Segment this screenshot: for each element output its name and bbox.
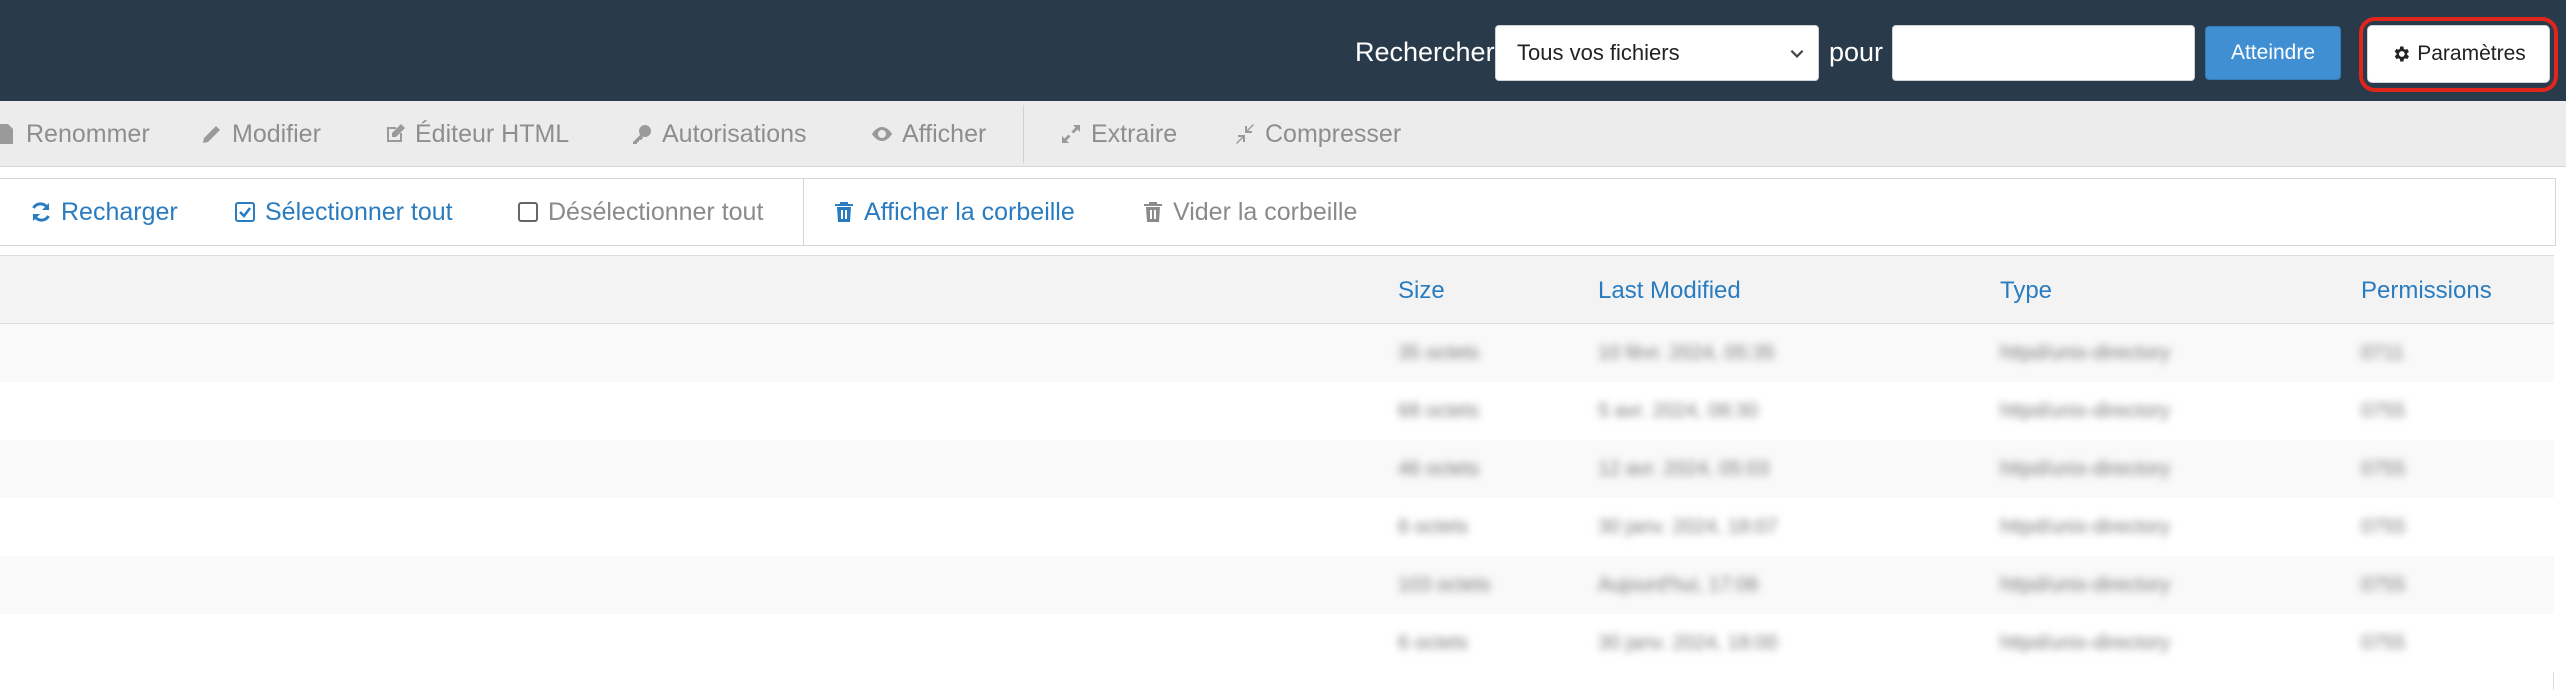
edit-label: Modifier <box>232 119 321 148</box>
edit-square-icon <box>387 124 405 142</box>
pencil-icon <box>203 126 220 143</box>
key-icon <box>633 125 651 144</box>
top-header: Rechercher Tous vos fichiers pour Attein… <box>0 0 2566 101</box>
cell-type: httpd/unix-directory <box>2000 516 2171 538</box>
cell-permissions: 0755 <box>2361 400 2406 422</box>
cell-last-modified: 10 févr. 2024, 05:35 <box>1598 342 1775 364</box>
search-scope-value: Tous vos fichiers <box>1517 40 1680 65</box>
chevron-down-icon <box>1790 49 1804 58</box>
gear-icon <box>2394 46 2410 62</box>
cell-size: 46 octets <box>1398 458 1480 480</box>
extract-button[interactable]: Extraire <box>1059 101 1177 167</box>
refresh-icon <box>32 202 50 222</box>
rename-button[interactable]: Renommer <box>0 101 150 167</box>
toolbar-divider <box>1023 105 1024 163</box>
html-editor-label: Éditeur HTML <box>415 119 570 148</box>
table-row[interactable]: 6 octets 30 janv. 2024, 18:00 httpd/unix… <box>0 614 2554 672</box>
file-icon <box>0 124 13 144</box>
select-all-button[interactable]: Sélectionner tout <box>233 179 453 245</box>
show-trash-button[interactable]: Afficher la corbeille <box>832 179 1075 245</box>
cell-last-modified: 30 janv. 2024, 18:07 <box>1598 516 1778 538</box>
cell-type: httpd/unix-directory <box>2000 632 2171 654</box>
deselect-all-label: Désélectionner tout <box>548 197 764 226</box>
search-input[interactable] <box>1892 25 2195 81</box>
column-header-size[interactable]: Size <box>1398 256 1445 325</box>
cell-permissions: 0755 <box>2361 632 2406 654</box>
selection-toolbar: Recharger Sélectionner tout Désélectionn… <box>0 178 2556 246</box>
reload-button[interactable]: Recharger <box>29 179 178 245</box>
rename-label: Renommer <box>26 119 150 148</box>
deselect-all-button[interactable]: Désélectionner tout <box>516 179 763 245</box>
cell-permissions: 0755 <box>2361 516 2406 538</box>
cell-type: httpd/unix-directory <box>2000 400 2171 422</box>
cell-last-modified: 12 avr. 2024, 05:03 <box>1598 458 1770 480</box>
cell-size: 68 octets <box>1398 400 1480 422</box>
search-scope-select[interactable]: Tous vos fichiers <box>1495 25 1819 81</box>
select-all-label: Sélectionner tout <box>265 197 453 226</box>
settings-label: Paramètres <box>2417 42 2526 65</box>
checkbox-checked-icon <box>235 202 255 222</box>
edit-button[interactable]: Modifier <box>200 101 321 167</box>
cell-size: 35 octets <box>1398 342 1480 364</box>
compress-icon <box>1236 124 1254 144</box>
cell-permissions: 0755 <box>2361 574 2406 596</box>
table-row[interactable]: 46 octets 12 avr. 2024, 05:03 httpd/unix… <box>0 440 2554 498</box>
table-row[interactable]: 68 octets 5 avr. 2024, 08:30 httpd/unix-… <box>0 382 2554 440</box>
show-trash-label: Afficher la corbeille <box>864 197 1075 226</box>
html-editor-button[interactable]: Éditeur HTML <box>383 101 569 167</box>
table-row[interactable]: 6 octets 30 janv. 2024, 18:07 httpd/unix… <box>0 498 2554 556</box>
reload-label: Recharger <box>61 197 178 226</box>
checkbox-empty-icon <box>518 202 538 222</box>
toolbar2-divider <box>803 179 804 245</box>
settings-button[interactable]: Paramètres <box>2367 25 2550 83</box>
compress-button[interactable]: Compresser <box>1233 101 1401 167</box>
trash-icon <box>835 202 853 222</box>
cell-type: httpd/unix-directory <box>2000 458 2171 480</box>
column-header-type[interactable]: Type <box>2000 256 2052 325</box>
cell-type: httpd/unix-directory <box>2000 342 2171 364</box>
cell-permissions: 0711 <box>2361 342 2405 364</box>
cell-permissions: 0755 <box>2361 458 2406 480</box>
cell-size: 6 octets <box>1398 516 1469 538</box>
cell-size: 6 octets <box>1398 632 1469 654</box>
permissions-label: Autorisations <box>662 119 807 148</box>
table-row[interactable]: 35 octets 10 févr. 2024, 05:35 httpd/uni… <box>0 324 2554 382</box>
file-table: Size Last Modified Type Permissions 35 o… <box>0 255 2554 690</box>
compress-label: Compresser <box>1265 119 1402 148</box>
cell-size: 103 octets <box>1398 574 1491 596</box>
file-action-toolbar: Renommer Modifier Éditeur HTML Autorisat… <box>0 101 2566 167</box>
for-label: pour <box>1829 37 1884 67</box>
extract-label: Extraire <box>1091 119 1178 148</box>
cell-type: httpd/unix-directory <box>2000 574 2171 596</box>
trash-icon <box>1144 202 1162 222</box>
expand-icon <box>1062 125 1080 143</box>
column-header-permissions[interactable]: Permissions <box>2361 256 2492 325</box>
eye-icon <box>872 127 892 141</box>
cell-last-modified: 30 janv. 2024, 18:00 <box>1598 632 1778 654</box>
view-label: Afficher <box>902 119 987 148</box>
search-label: Rechercher <box>1355 37 1495 67</box>
view-button[interactable]: Afficher <box>870 101 986 167</box>
table-header: Size Last Modified Type Permissions <box>0 255 2554 324</box>
cell-last-modified: 5 avr. 2024, 08:30 <box>1598 400 1759 422</box>
empty-trash-label: Vider la corbeille <box>1173 197 1358 226</box>
empty-trash-button[interactable]: Vider la corbeille <box>1141 179 1357 245</box>
go-button[interactable]: Atteindre <box>2205 26 2341 80</box>
table-row[interactable]: 103 octets Aujourd'hui, 17:06 httpd/unix… <box>0 556 2554 614</box>
permissions-button[interactable]: Autorisations <box>630 101 807 167</box>
cell-last-modified: Aujourd'hui, 17:06 <box>1598 574 1759 596</box>
column-header-last-modified[interactable]: Last Modified <box>1598 256 1741 325</box>
